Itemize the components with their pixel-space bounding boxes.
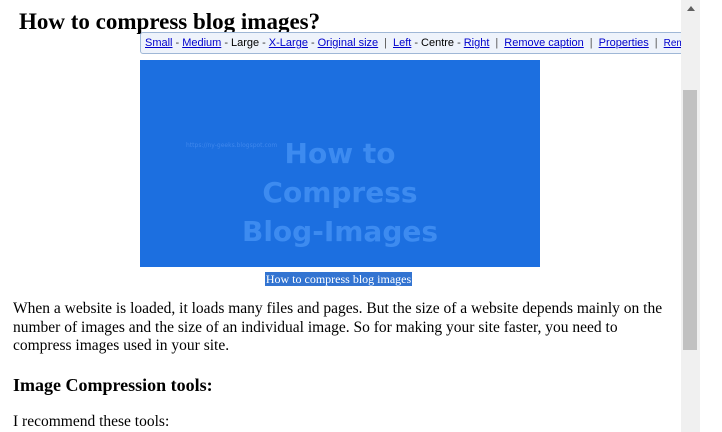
section-heading: Image Compression tools:	[13, 375, 213, 395]
body-paragraph: When a website is loaded, it loads many …	[13, 300, 663, 354]
align-centre-current[interactable]: Centre	[421, 37, 454, 49]
group-divider: |	[654, 37, 658, 49]
image-options-toolbar: Small - Medium - Large - X-Large - Origi…	[140, 32, 681, 54]
align-right-link[interactable]: Right	[464, 37, 490, 49]
separator: -	[414, 37, 419, 49]
align-left-link[interactable]: Left	[393, 37, 411, 49]
vertical-scrollbar[interactable]	[681, 0, 700, 432]
group-divider: |	[589, 37, 593, 49]
group-divider: |	[495, 37, 499, 49]
separator: -	[224, 37, 228, 49]
scroll-thumb[interactable]	[683, 90, 697, 350]
body-paragraph-2: I recommend these tools:	[13, 413, 170, 430]
separator: -	[310, 37, 315, 49]
size-xlarge-link[interactable]: X-Large	[269, 37, 308, 49]
caption-row: How to compress blog images	[0, 270, 681, 288]
separator: -	[175, 37, 180, 49]
blog-image[interactable]: How to Compress Blog-Images https://ny-g…	[140, 60, 540, 267]
remove-image-link[interactable]: Remove	[664, 38, 681, 49]
image-caption[interactable]: How to compress blog images	[264, 272, 413, 286]
separator: -	[262, 37, 266, 49]
editor-content[interactable]: How to compress blog images? How to Comp…	[0, 0, 681, 432]
scroll-up-arrow-icon[interactable]	[681, 0, 700, 17]
separator: -	[457, 37, 461, 49]
properties-link[interactable]: Properties	[599, 37, 649, 49]
size-small-link[interactable]: Small	[145, 37, 173, 49]
image-watermark-url: https://ny-geeks.blogspot.com	[186, 142, 278, 149]
size-original-link[interactable]: Original size	[318, 37, 379, 49]
remove-caption-link[interactable]: Remove caption	[504, 37, 584, 49]
image-text-line-2: Compress	[262, 176, 418, 209]
group-divider: |	[384, 37, 387, 49]
right-gutter	[700, 0, 722, 432]
size-medium-link[interactable]: Medium	[182, 37, 221, 49]
size-large-current[interactable]: Large	[231, 37, 259, 49]
image-text-line-3: Blog-Images	[241, 215, 439, 248]
